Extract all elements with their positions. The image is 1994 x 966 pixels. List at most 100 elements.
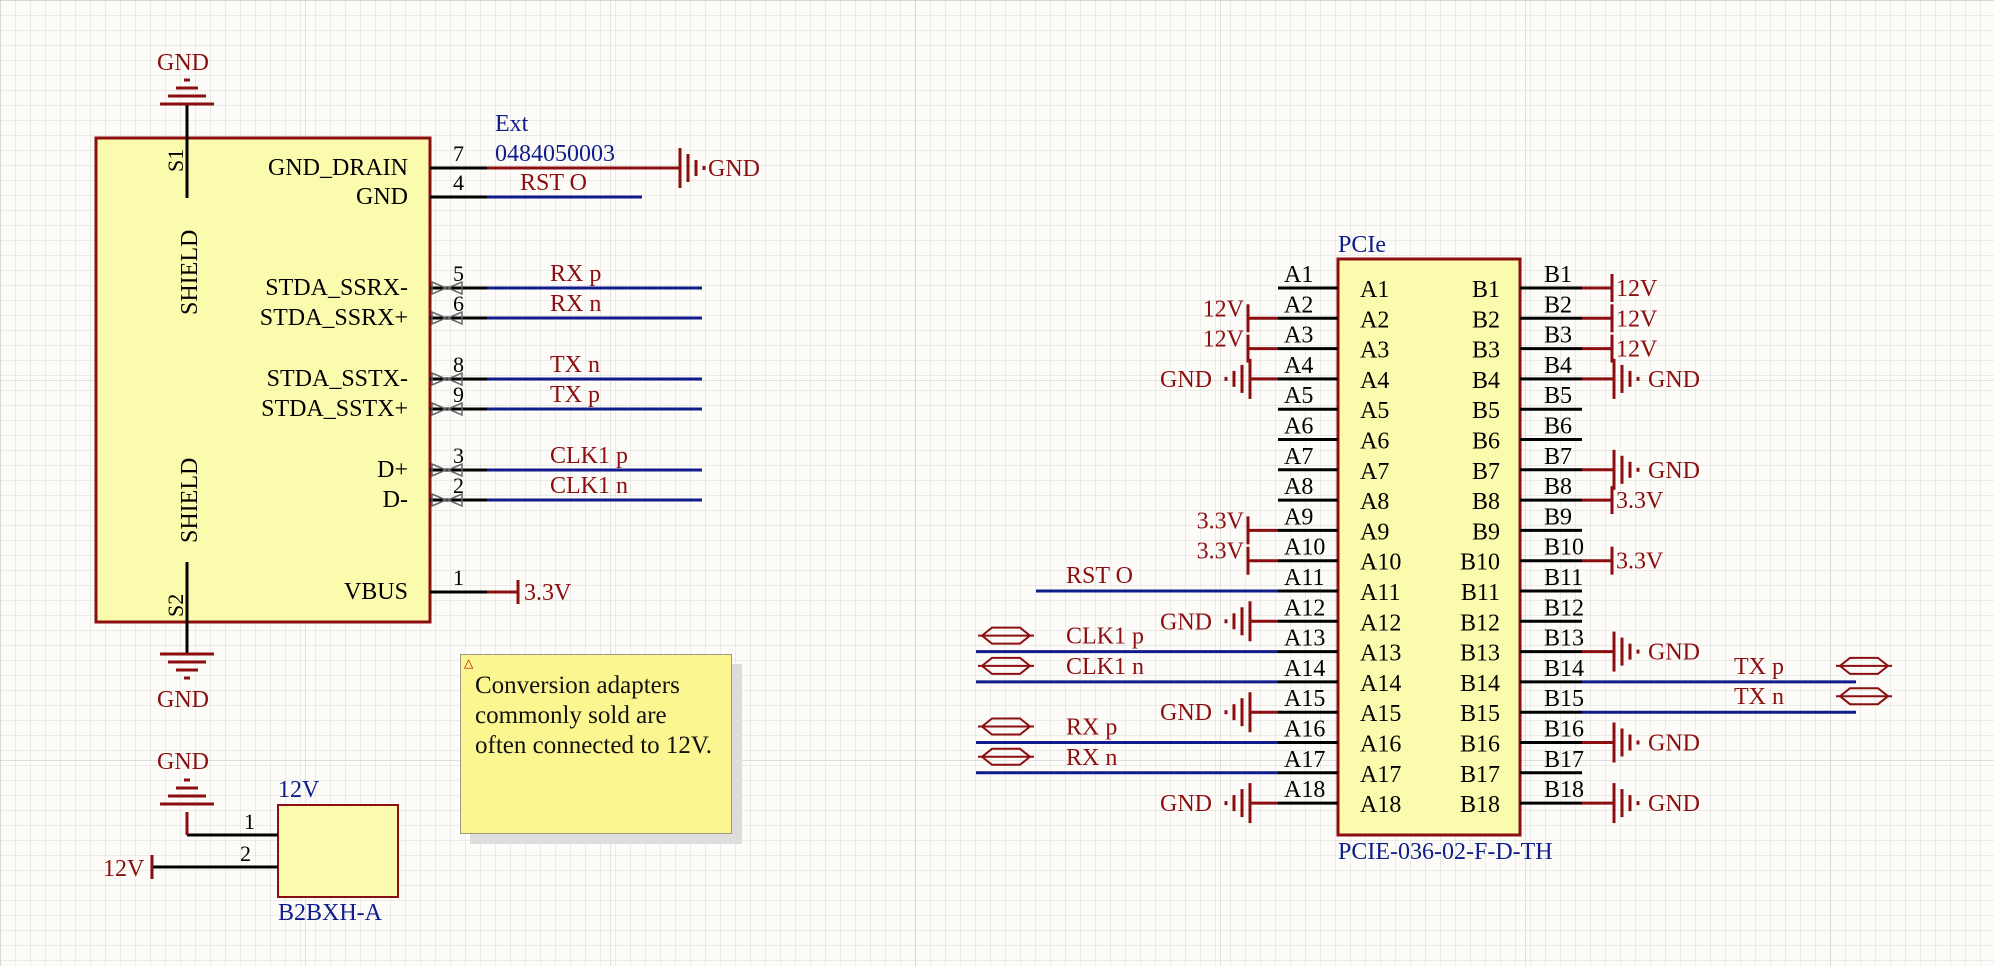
pcie-pin-name: B15: [1460, 701, 1500, 727]
schematic-sheet: Ext 0484050003 S1 SHIELD S2 SHIELD GND G…: [94, 50, 1892, 926]
pcie-pin-number: A15: [1284, 686, 1325, 712]
pcie-pin-name: B5: [1472, 398, 1500, 424]
gnd-power-label: GND: [1648, 640, 1700, 666]
pcie-pin-name: B16: [1460, 732, 1500, 758]
gnd-power-label: GND: [1648, 731, 1700, 757]
net-label: RX n: [550, 291, 601, 317]
ext-pin-number: 1: [453, 565, 464, 590]
pcie-pin-name: B10: [1460, 550, 1500, 576]
ext-part-number: 0484050003: [495, 141, 615, 167]
pcie-pin-name: B11: [1461, 580, 1500, 606]
net-label: RX p: [1066, 715, 1117, 741]
pcie-pin-name: B8: [1472, 489, 1500, 515]
pcie-pin-number: B14: [1544, 656, 1584, 682]
pcie-pin-number: B9: [1544, 504, 1572, 530]
pcie-designator: PCIe: [1338, 232, 1386, 258]
pcie-pin-number: B4: [1544, 353, 1572, 379]
ext-pin-name: GND_DRAIN: [268, 155, 408, 181]
pcie-pin-name: B7: [1472, 459, 1500, 485]
ext-pin-number: 7: [453, 141, 464, 166]
gnd-top-symbol: [160, 78, 214, 106]
power-label: 3.3V: [1616, 549, 1664, 575]
gnd-bottom-symbol: [160, 652, 214, 680]
pcie-pin-number: A12: [1284, 595, 1325, 621]
shield-top-number: S1: [163, 149, 188, 172]
power-label: 12V: [1203, 296, 1245, 322]
ext-pin-name: STDA_SSRX-: [265, 275, 408, 301]
pcie-pin-number: A16: [1284, 717, 1325, 743]
power-connector-body[interactable]: [277, 804, 399, 898]
gnd-power-label: GND: [1160, 367, 1212, 393]
note-text: Conversion adapters commonly sold are of…: [475, 672, 712, 759]
net-label: TX n: [550, 352, 600, 378]
pcie-pin-number: A2: [1284, 292, 1313, 318]
net-label: TX p: [550, 382, 600, 408]
warning-triangle-icon: △: [464, 656, 474, 670]
gnd-power-label: GND: [708, 156, 760, 182]
pcie-pin-number: B3: [1544, 323, 1572, 349]
note-box[interactable]: △ Conversion adapters commonly sold are …: [460, 654, 732, 834]
pcie-pin-name: A7: [1360, 459, 1389, 485]
pcie-pin-number: A18: [1284, 777, 1325, 803]
ext-pin-name: D+: [377, 457, 408, 483]
shield-top-label: SHIELD: [177, 230, 203, 315]
schematic-canvas[interactable]: Ext 0484050003 S1 SHIELD S2 SHIELD GND G…: [0, 0, 1994, 966]
ext-pin-name: VBUS: [344, 579, 408, 605]
power-label: 3.3V: [1616, 488, 1664, 514]
pcie-pin-name: A2: [1360, 307, 1389, 333]
pcie-pin-number: A14: [1284, 656, 1325, 682]
ext-pin-number: 4: [453, 170, 464, 195]
ext-pin-name: STDA_SSTX-: [267, 366, 408, 392]
pcie-pin-name: A12: [1360, 610, 1401, 636]
power-label: 3.3V: [1197, 508, 1245, 534]
pcie-pin-number: B8: [1544, 474, 1572, 500]
pcie-pin-name: A15: [1360, 701, 1401, 727]
power-connector-pin-2[interactable]: 2: [150, 841, 278, 879]
ext-pin-name: STDA_SSRX+: [260, 305, 408, 331]
net-label: TX p: [1734, 654, 1784, 680]
pcie-pin-number: A7: [1284, 444, 1313, 470]
pcie-pin-name: B6: [1472, 429, 1500, 455]
pcie-pin-name: A16: [1360, 732, 1401, 758]
pcie-pin-name: A5: [1360, 398, 1389, 424]
pcie-pin-name: A1: [1360, 277, 1389, 303]
pcie-pin-b15[interactable]: B15 B15 TX n: [1460, 684, 1892, 727]
pcie-pin-number: B18: [1544, 777, 1584, 803]
pcie-pin-number: A6: [1284, 414, 1313, 440]
pcie-pin-name: B3: [1472, 338, 1500, 364]
pcie-pin-name: B17: [1460, 762, 1500, 788]
pc-12v-label: 12V: [103, 856, 145, 882]
net-label: TX n: [1734, 684, 1784, 710]
ext-designator: Ext: [495, 111, 529, 137]
pcie-pin-number: B12: [1544, 595, 1584, 621]
pc-gnd-symbol: [160, 778, 214, 806]
pcie-pin-number: B5: [1544, 383, 1572, 409]
pcie-pin-number: A8: [1284, 474, 1313, 500]
pcie-pin-number: B1: [1544, 262, 1572, 288]
pcie-pin-number: B10: [1544, 535, 1584, 561]
pcie-pin-number: A5: [1284, 383, 1313, 409]
pcie-pin-name: A3: [1360, 338, 1389, 364]
pcie-pin-number: B15: [1544, 686, 1584, 712]
gnd-top-label: GND: [157, 50, 209, 76]
pcie-pin-name: B4: [1472, 368, 1500, 394]
power-connector-pin-1[interactable]: 1: [185, 809, 278, 837]
net-label: CLK1 p: [550, 443, 628, 469]
pcie-pin-name: A14: [1360, 671, 1401, 697]
ext-pin-name: D-: [383, 487, 408, 513]
pcie-pin-number: B6: [1544, 414, 1572, 440]
pcie-pin-name: B13: [1460, 641, 1500, 667]
pcie-pin-name: A4: [1360, 368, 1389, 394]
gnd-power-label: GND: [1160, 609, 1212, 635]
pcie-pin-name: A6: [1360, 429, 1389, 455]
pcie-pin-name: A11: [1360, 580, 1400, 606]
pcie-pin-number: A11: [1284, 565, 1324, 591]
pcie-pin-number: A10: [1284, 535, 1325, 561]
net-label: CLK1 p: [1066, 624, 1144, 650]
svg-text:2: 2: [240, 841, 251, 866]
pcie-pin-name: A17: [1360, 762, 1401, 788]
pcie-pin-name: A10: [1360, 550, 1401, 576]
power-connector-designator: 12V: [278, 777, 320, 803]
net-label: CLK1 n: [550, 473, 628, 499]
pcie-pin-number: A3: [1284, 323, 1313, 349]
